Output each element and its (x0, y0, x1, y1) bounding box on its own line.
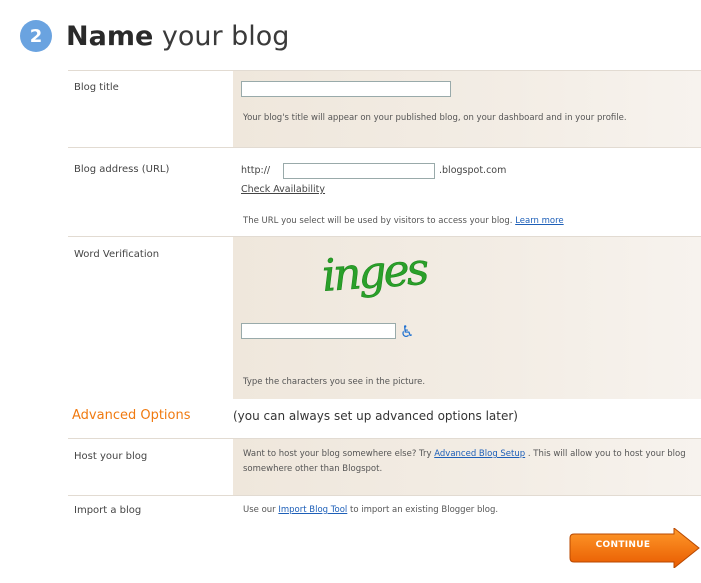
captcha-text: inges (320, 244, 430, 299)
page-title-rest: your blog (153, 20, 290, 52)
blog-title-label: Blog title (74, 82, 119, 93)
blog-title-help: Your blog's title will appear on your pu… (243, 113, 627, 123)
url-prefix: http:// (241, 165, 271, 176)
step-header: 2 Name your blog (20, 16, 289, 56)
import-blog-text-after: to import an existing Blogger blog. (350, 505, 499, 515)
word-verification-field-area: inges ♿ Type the characters you see in t… (233, 237, 701, 399)
word-verification-help: Type the characters you see in the pictu… (243, 377, 426, 387)
blog-title-row: Blog title Your blog's title will appear… (68, 71, 701, 147)
blog-address-label: Blog address (URL) (74, 164, 170, 175)
page-title-bold: Name (66, 20, 154, 52)
host-blog-field-area: Want to host your blog somewhere else? T… (233, 439, 701, 495)
url-suffix: .blogspot.com (439, 165, 507, 176)
blog-title-field-area: Your blog's title will appear on your pu… (233, 71, 701, 147)
import-blog-label: Import a blog (74, 505, 142, 516)
blog-address-input[interactable] (283, 163, 435, 179)
blog-address-help-text: The URL you select will be used by visit… (243, 216, 513, 226)
word-verification-row: Word Verification inges ♿ Type the chara… (68, 237, 701, 399)
import-blog-text: Use our Import Blog Tool to import an ex… (243, 503, 498, 518)
host-blog-text: Want to host your blog somewhere else? T… (243, 447, 693, 477)
import-blog-row: Import a blog Use our Import Blog Tool t… (68, 496, 701, 526)
blog-address-field-area: http:// .blogspot.com Check Availability… (233, 148, 701, 236)
host-blog-label: Host your blog (74, 451, 148, 462)
word-verification-label: Word Verification (74, 249, 160, 260)
host-blog-text-before: Want to host your blog somewhere else? T… (243, 449, 432, 459)
advanced-options-title: Advanced Options (72, 408, 191, 423)
import-blog-field-area: Use our Import Blog Tool to import an ex… (233, 496, 701, 526)
advanced-options-note: (you can always set up advanced options … (233, 409, 518, 423)
advanced-blog-setup-link[interactable]: Advanced Blog Setup (434, 449, 525, 459)
blog-address-row: Blog address (URL) http:// .blogspot.com… (68, 148, 701, 236)
page-title: Name your blog (66, 21, 289, 52)
continue-button-label: CONTINUE (595, 540, 651, 550)
captcha-image: inges (320, 243, 431, 299)
import-blog-tool-link[interactable]: Import Blog Tool (278, 505, 347, 515)
learn-more-link[interactable]: Learn more (515, 216, 563, 226)
blog-address-help: The URL you select will be used by visit… (243, 214, 701, 229)
step-number-badge: 2 (20, 20, 52, 52)
host-blog-row: Host your blog Want to host your blog so… (68, 439, 701, 495)
word-verification-input[interactable] (241, 323, 396, 339)
import-blog-text-before: Use our (243, 505, 276, 515)
wheelchair-icon[interactable]: ♿ (400, 322, 414, 341)
blog-title-input[interactable] (241, 81, 451, 97)
check-availability-link[interactable]: Check Availability (241, 184, 325, 195)
